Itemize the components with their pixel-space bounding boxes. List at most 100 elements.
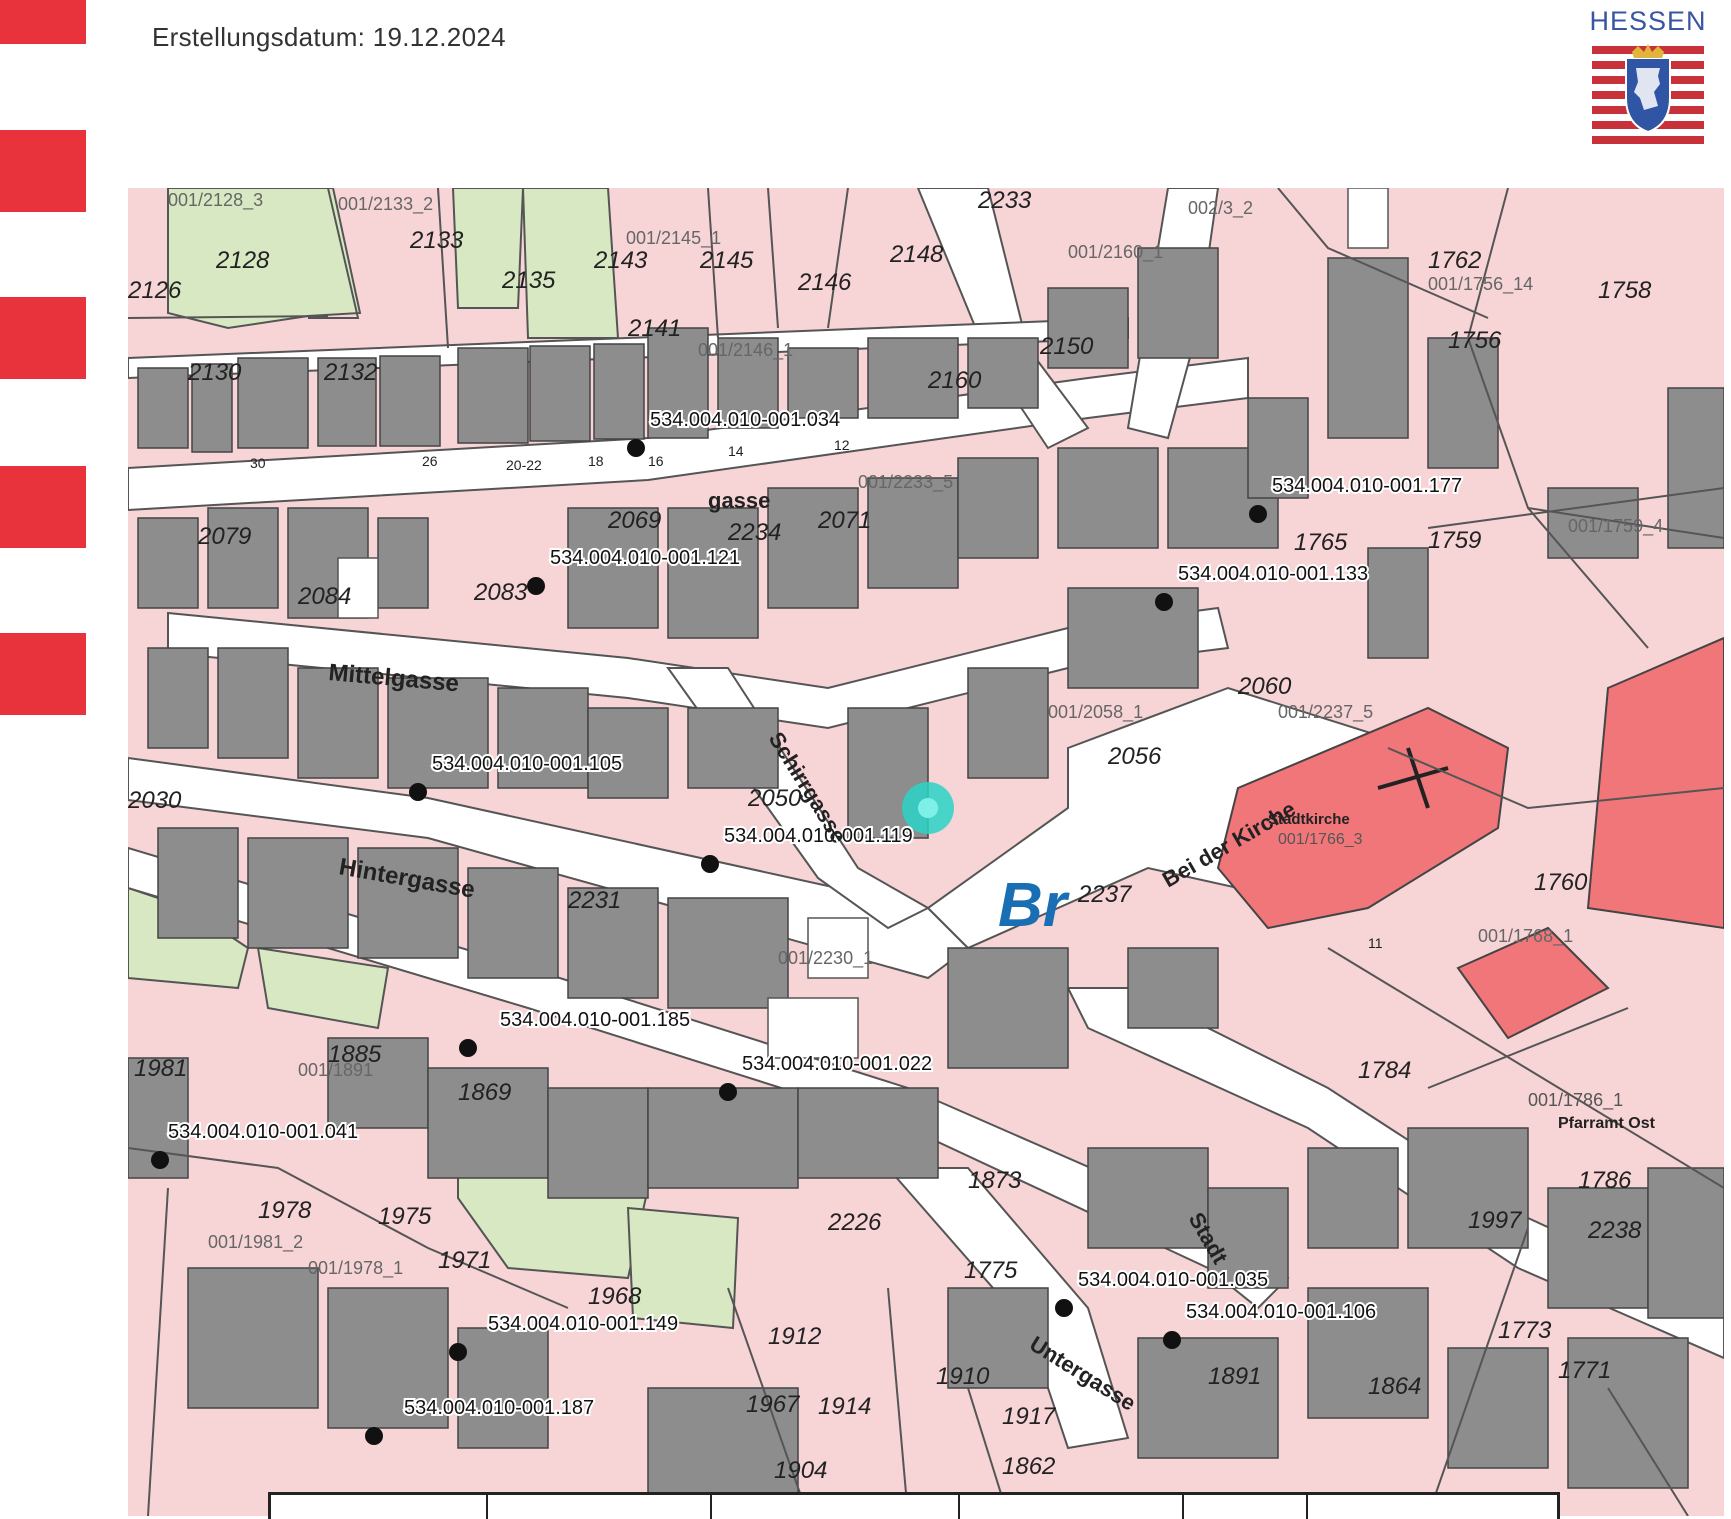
parcel-ref: 001/2058_1 (1048, 702, 1143, 723)
parcel-number: 1784 (1358, 1057, 1411, 1084)
parcel-number: 2069 (607, 507, 661, 534)
legend-cell (1308, 1495, 1548, 1519)
survey-label: 534.004.010-001.041 (168, 1121, 358, 1143)
margin-marker-4 (0, 466, 86, 548)
parcel-number: 1760 (1534, 869, 1588, 896)
parcel-ref: 002/3_2 (1188, 198, 1253, 219)
house-number: 14 (728, 443, 744, 459)
poi-stadtkirche-ref: 001/1766_3 (1278, 831, 1363, 848)
cadastral-map[interactable]: 534.004.010-001.034 534.004.010-001.177 … (128, 188, 1724, 1516)
parcel-number: 1762 (1428, 247, 1481, 274)
parcel-number: 1968 (588, 1283, 642, 1310)
parcel-number: 2143 (593, 247, 648, 274)
parcel-number: 2084 (297, 583, 351, 610)
parcel-number: 1869 (458, 1079, 511, 1106)
hessen-logo: HESSEN (1588, 6, 1708, 156)
parcel-number: 1775 (964, 1257, 1018, 1284)
survey-label: 534.004.010-001.106 (1186, 1301, 1376, 1323)
parcel-number: 2160 (927, 367, 982, 394)
margin-marker-1 (0, 0, 86, 44)
survey-label: 534.004.010-001.121 (550, 547, 740, 569)
parcel-number: 2233 (977, 188, 1032, 214)
parcel-number: 2056 (1107, 743, 1162, 770)
survey-label: 534.004.010-001.185 (500, 1009, 690, 1031)
parcel-number: 2238 (1587, 1217, 1642, 1244)
parcel-number: 1864 (1368, 1373, 1421, 1400)
parcel-number: 1891 (1208, 1363, 1261, 1390)
parcel-number: 1759 (1428, 527, 1481, 554)
parcel-number: 1978 (258, 1197, 312, 1224)
parcel-ref: 001/1768_1 (1478, 926, 1573, 947)
parcel-ref: 001/2230_1 (778, 948, 873, 969)
parcel-number: 1862 (1002, 1453, 1055, 1480)
parcel-number: 1997 (1468, 1207, 1523, 1234)
parcel-number: 1873 (968, 1167, 1022, 1194)
house-number: 30 (250, 455, 266, 471)
parcel-number: 2071 (817, 507, 871, 534)
parcel-number: 1981 (134, 1055, 187, 1082)
parcel-ref: 001/1981_2 (208, 1232, 303, 1253)
parcel-number: 2130 (187, 359, 242, 386)
poi-pfarramt-ref: 001/1786_1 (1528, 1090, 1623, 1111)
parcel-ref: 001/1891 (298, 1060, 373, 1080)
parcel-number: 1975 (378, 1203, 432, 1230)
parcel-number: 2145 (699, 247, 754, 274)
margin-marker-3 (0, 297, 86, 379)
poi-stadtkirche: Stadtkirche (1268, 811, 1350, 828)
parcel-number: 2083 (473, 579, 528, 606)
parcel-number: 2133 (409, 227, 464, 254)
parcel-ref: 001/1759_4 (1568, 516, 1663, 537)
parcel-number: 2126 (128, 277, 182, 304)
street-label-gasse: gasse (708, 488, 770, 513)
legend-frame (268, 1492, 1560, 1519)
survey-label: 534.004.010-001.119 (724, 825, 913, 847)
legend-cell (488, 1495, 712, 1519)
legend-cell (271, 1495, 488, 1519)
parcel-number: 1914 (818, 1393, 871, 1420)
parcel-number: 2150 (1039, 333, 1094, 360)
survey-label: 534.004.010-001.035 (1078, 1269, 1268, 1291)
house-number: 12 (834, 437, 850, 453)
house-number: 18 (588, 453, 604, 469)
parcel-number: 2135 (501, 267, 556, 294)
survey-label: 534.004.010-001.149 (488, 1313, 678, 1335)
parcel-number: 1771 (1558, 1357, 1611, 1384)
parcel-number: 1912 (768, 1323, 821, 1350)
parcel-ref: 001/2160_1 (1068, 242, 1163, 263)
parcel-number: 2030 (128, 787, 182, 814)
parcel-number: 2141 (627, 315, 681, 342)
parcel-number: 2132 (323, 359, 377, 386)
parcel-number: 1971 (438, 1247, 491, 1274)
parcel-number: 2146 (797, 269, 852, 296)
parcel-number: 1773 (1498, 1317, 1552, 1344)
parcel-ref: 001/2233_5 (858, 472, 953, 493)
legend-cell (1184, 1495, 1308, 1519)
legend-cell (712, 1495, 960, 1519)
parcel-ref: 001/2128_3 (168, 190, 263, 211)
creation-date: Erstellungsdatum: 19.12.2024 (152, 22, 506, 52)
survey-label: 534.004.010-001.133 (1178, 563, 1368, 585)
parcel-number: 2231 (567, 887, 621, 914)
parcel-number: 2079 (197, 523, 251, 550)
survey-label: 534.004.010-001.022 (742, 1053, 932, 1075)
parcel-number: 1910 (936, 1363, 990, 1390)
survey-label: 534.004.010-001.105 (432, 753, 622, 775)
house-number: 11 (1368, 935, 1383, 951)
parcel-number: 1786 (1578, 1167, 1632, 1194)
parcel-number: 2060 (1237, 673, 1292, 700)
parcel-number: 2237 (1077, 881, 1133, 908)
parcel-number: 1758 (1598, 277, 1652, 304)
margin-marker-2 (0, 130, 86, 212)
survey-label: 534.004.010-001.177 (1272, 475, 1462, 497)
house-number: 26 (422, 453, 438, 469)
parcel-number: 2234 (727, 519, 781, 546)
parcel-number: 1917 (1002, 1403, 1057, 1430)
parcel-ref: 001/2145_1 (626, 228, 721, 249)
poi-pfarramt: Pfarramt Ost (1558, 1115, 1656, 1132)
parcel-ref: 001/1978_1 (308, 1258, 403, 1279)
legend-cell (960, 1495, 1184, 1519)
parcel-number: 2226 (827, 1209, 882, 1236)
survey-label: 534.004.010-001.187 (404, 1397, 594, 1419)
parcel-number: 2148 (889, 241, 944, 268)
parcel-ref: 001/1756_14 (1428, 274, 1533, 295)
